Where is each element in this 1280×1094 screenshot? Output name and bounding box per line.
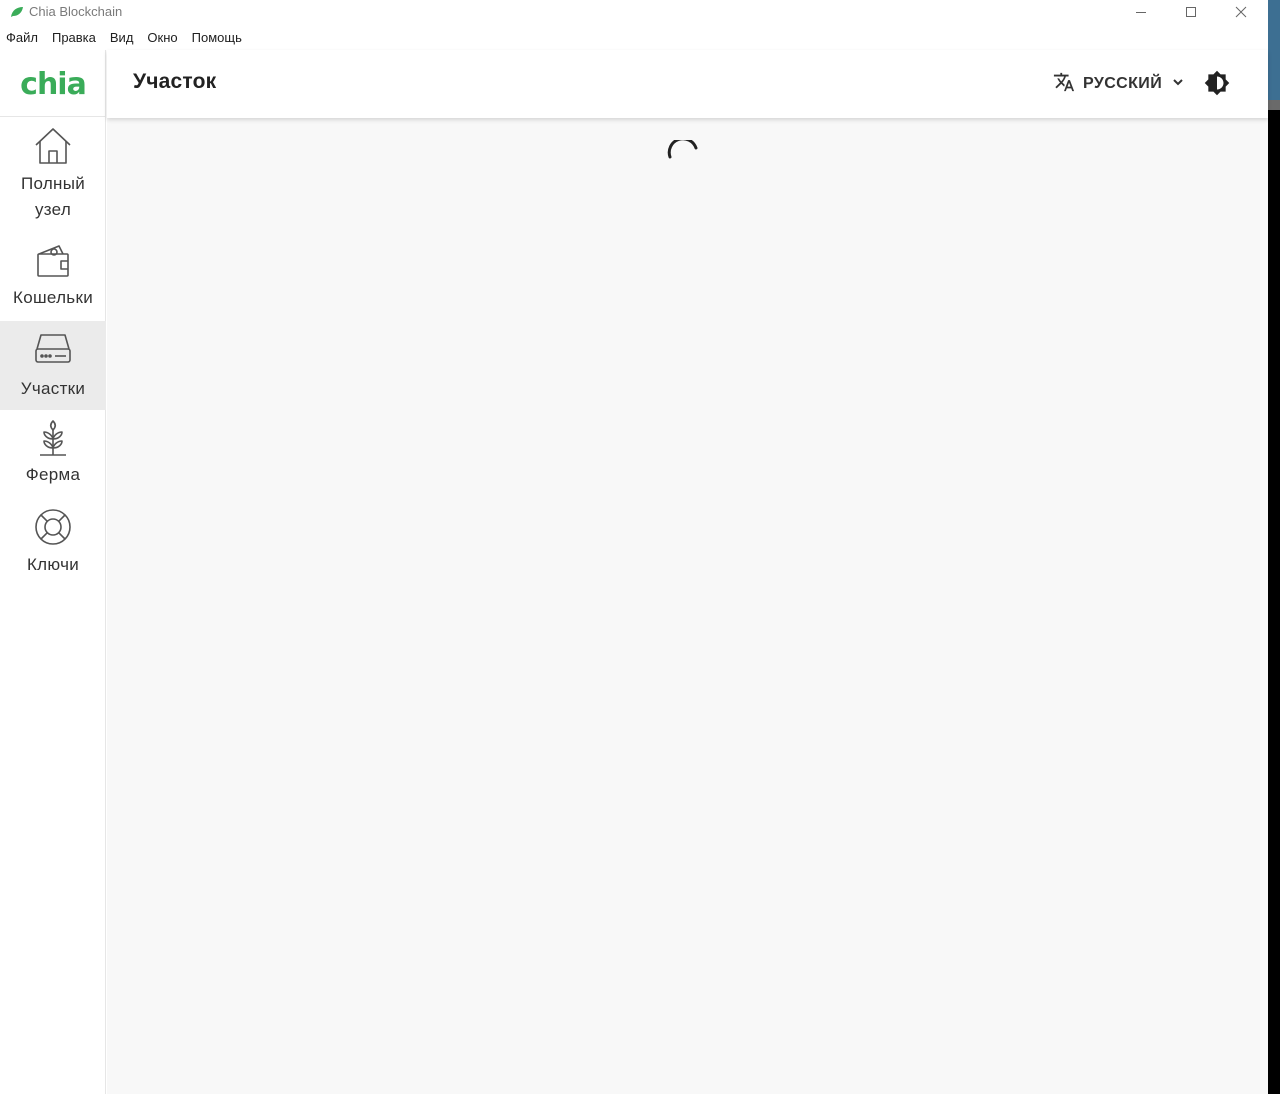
page-title: Участок bbox=[133, 70, 217, 93]
sidebar-item-label: Ферма bbox=[25, 465, 81, 484]
title-bar: Chia Blockchain bbox=[0, 0, 1268, 24]
plant-icon bbox=[33, 417, 73, 462]
menu-bar: Файл Правка Вид Окно Помощь bbox=[0, 26, 256, 50]
svg-text:chia: chia bbox=[20, 67, 86, 99]
home-icon bbox=[33, 126, 73, 171]
language-label: РУССКИЙ bbox=[1083, 75, 1163, 92]
theme-toggle-button[interactable] bbox=[1204, 70, 1230, 96]
sidebar-item-plots[interactable]: Участки bbox=[0, 321, 106, 410]
sidebar-item-label: Ключи bbox=[26, 555, 80, 574]
sidebar-item-label: Кошельки bbox=[13, 288, 93, 307]
logo-area: chia bbox=[0, 50, 106, 117]
menu-help[interactable]: Помощь bbox=[192, 26, 242, 50]
sidebar-item-label: Участки bbox=[20, 379, 86, 398]
sidebar-item-farm[interactable]: Ферма bbox=[0, 412, 106, 498]
brightness-icon bbox=[1204, 70, 1230, 100]
app-header: Участок РУССКИЙ bbox=[107, 50, 1268, 118]
translate-icon bbox=[1053, 71, 1075, 98]
main-content bbox=[107, 118, 1268, 1094]
sidebar-item-wallets[interactable]: Кошельки bbox=[0, 232, 106, 318]
menu-window[interactable]: Окно bbox=[147, 26, 177, 50]
desktop-wallpaper bbox=[1268, 0, 1280, 100]
loading-spinner-icon bbox=[666, 137, 700, 179]
lifebuoy-icon bbox=[33, 507, 73, 552]
close-button[interactable] bbox=[1218, 0, 1264, 24]
menu-edit[interactable]: Правка bbox=[52, 26, 96, 50]
chevron-down-icon bbox=[1172, 75, 1184, 93]
chia-leaf-icon bbox=[10, 5, 24, 23]
sidebar-item-label: Полный bbox=[20, 174, 86, 193]
sidebar-item-full-node[interactable]: Полный узел bbox=[0, 118, 106, 222]
language-selector-button[interactable]: РУССКИЙ bbox=[1053, 70, 1184, 98]
maximize-button[interactable] bbox=[1168, 0, 1214, 24]
minimize-button[interactable] bbox=[1118, 0, 1164, 24]
menu-view[interactable]: Вид bbox=[110, 26, 134, 50]
wallet-icon bbox=[33, 240, 73, 285]
sidebar-item-keys[interactable]: Ключи bbox=[0, 502, 106, 588]
window-title: Chia Blockchain bbox=[29, 4, 123, 19]
hard-drive-icon bbox=[33, 331, 73, 372]
sidebar: chia Полный узел Кошельки Участки Ферма … bbox=[0, 50, 106, 1094]
app-window: Chia Blockchain Файл Правка Вид Окно Пом… bbox=[0, 0, 1268, 1094]
menu-file[interactable]: Файл bbox=[6, 26, 38, 50]
sidebar-item-label: узел bbox=[34, 200, 72, 219]
desktop-wallpaper bbox=[1268, 100, 1280, 110]
chia-logo[interactable]: chia bbox=[17, 67, 89, 99]
desktop-background bbox=[1268, 0, 1280, 1094]
